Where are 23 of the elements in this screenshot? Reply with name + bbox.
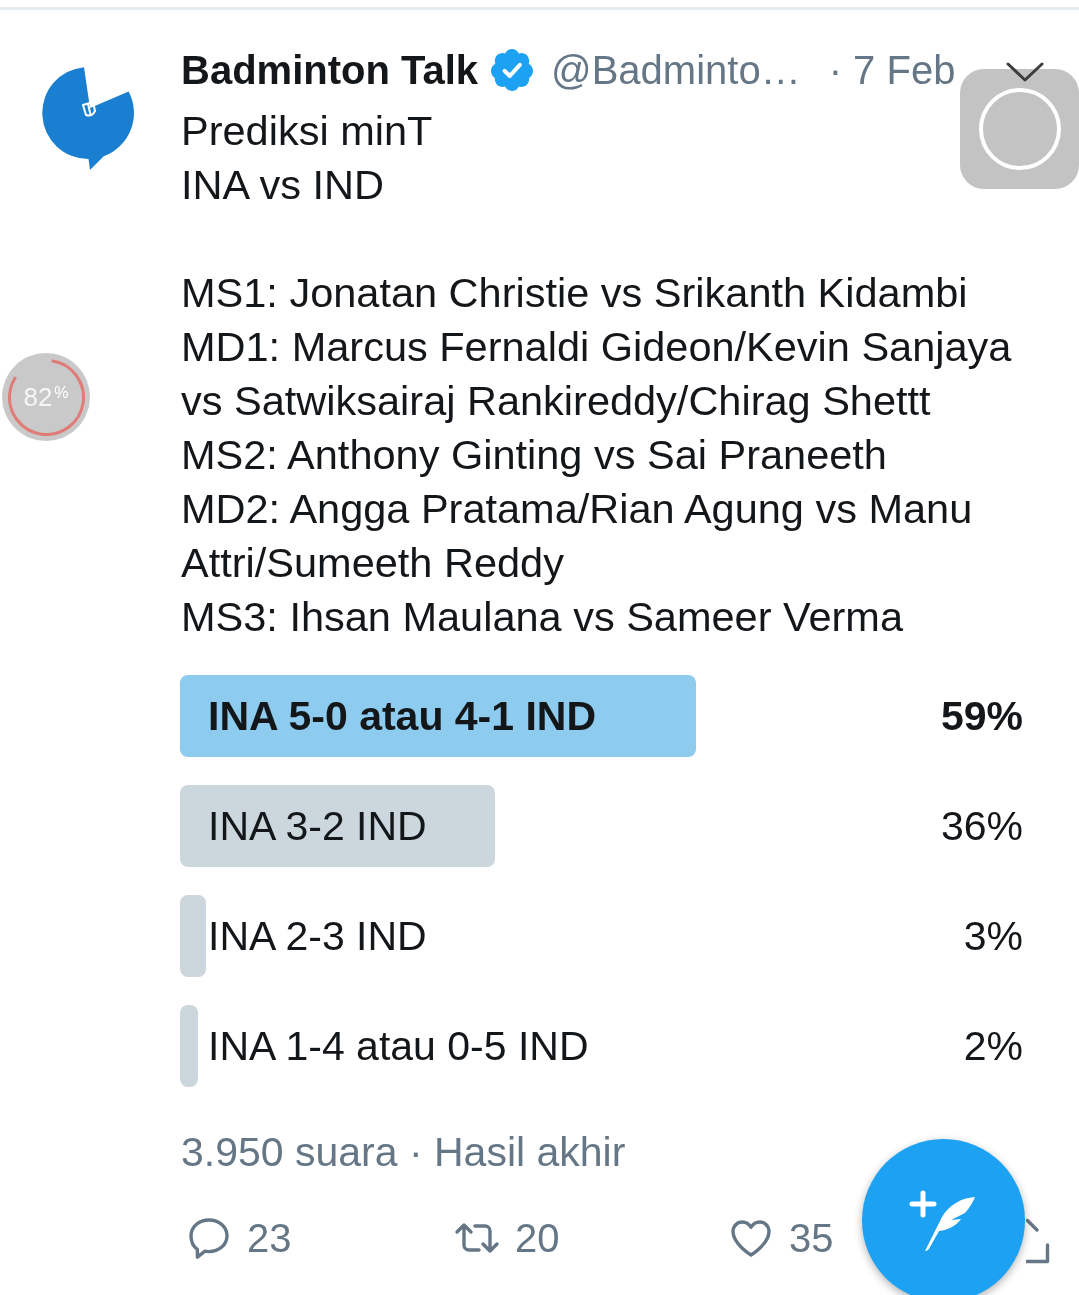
poll-option-label: INA 3-2 IND (208, 802, 427, 851)
poll-option-label: INA 1-4 atau 0-5 IND (208, 1022, 589, 1071)
progress-unit: % (54, 385, 69, 401)
ring-icon (977, 87, 1062, 171)
tweet-date[interactable]: · 7 Feb (828, 46, 956, 94)
reply-button[interactable]: 23 (185, 1213, 292, 1263)
tweet-text: Prediksi minT INA vs IND (181, 106, 433, 210)
tweet-text: MS1: Jonatan Christie vs Srikanth Kidambi MD1: Marcus Fernaldi Gideon/Kevin Sanjaya vs Satwiksairaj Rankireddy/Chirag Shettt MS2: Anthony Ginting vs Sai Praneeth MD2: Angga Pratama/Rian Agung vs Manu Attri/Sumeeth Reddy MS3: Ihsan Maulana vs Sameer Verma (181, 268, 1013, 642)
chevron-down-icon[interactable] (1005, 62, 1045, 82)
poll-option-label: INA 5-0 atau 4-1 IND (208, 692, 597, 741)
author-name[interactable]: Badminton Talk (181, 46, 479, 94)
poll-percent: 36% (940, 802, 1023, 851)
poll-percent: 2% (963, 1022, 1023, 1071)
like-button[interactable]: 35 (727, 1213, 834, 1263)
compose-button[interactable] (862, 1139, 1025, 1295)
retweet-button[interactable]: 20 (453, 1213, 560, 1263)
poll-percent: 59% (940, 692, 1023, 741)
poll-percent: 3% (963, 912, 1023, 961)
poll-summary: 3.950 suara · Hasil akhir (181, 1128, 626, 1177)
author-handle[interactable]: @Badminto… (551, 46, 801, 94)
poll-option-label: INA 2-3 IND (208, 912, 427, 961)
tray-arrow-icon (1026, 1216, 1050, 1264)
share-button[interactable] (1026, 1216, 1050, 1264)
